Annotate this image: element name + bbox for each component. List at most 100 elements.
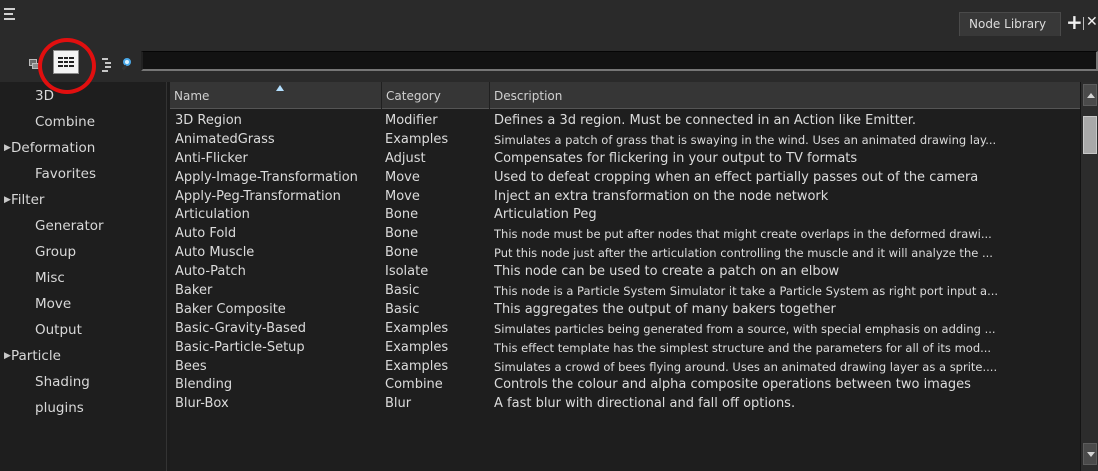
scroll-down-icon[interactable] — [1083, 443, 1097, 465]
cell-category: Basic — [385, 283, 420, 299]
cell-description: Simulates a crowd of bees flying around.… — [494, 359, 998, 374]
search-input[interactable] — [141, 51, 1098, 71]
column-header-name[interactable]: Name — [170, 82, 381, 109]
table-header: Name Category Description — [170, 82, 1080, 109]
table-row[interactable]: Auto Fold Bone This node must be put after… — [170, 225, 1080, 244]
sidebar-item[interactable]: Misc — [0, 265, 166, 291]
sidebar-item-label: Filter — [11, 192, 45, 208]
scroll-up-icon[interactable] — [1083, 84, 1097, 106]
cell-category: Basic — [385, 301, 420, 317]
cell-category: Modifier — [385, 113, 438, 128]
cell-description: Controls the colour and alpha composite … — [494, 377, 971, 393]
table-row[interactable]: Apply-Peg-Transformation Move Inject an ex… — [170, 188, 1080, 207]
cell-category: Blur — [385, 396, 412, 412]
cell-name: Articulation — [175, 207, 250, 223]
sidebar-item[interactable]: Generator — [0, 213, 166, 239]
cell-description: This aggregates the output of many baker… — [494, 301, 836, 317]
cell-name: Auto Muscle — [175, 245, 255, 261]
sidebar-item-label: Output — [35, 322, 82, 338]
sidebar-item-label: Particle — [11, 348, 61, 364]
sidebar-item[interactable]: plugins — [0, 395, 166, 421]
sidebar-item-label: Deformation — [11, 140, 96, 156]
cell-category: Examples — [385, 339, 449, 355]
table-row[interactable]: Blending Combine Controls the colour and a… — [170, 376, 1080, 395]
sidebar-item[interactable]: ▶ Filter — [0, 187, 166, 213]
table-row[interactable]: Baker Composite Basic This aggregates the … — [170, 301, 1080, 320]
sidebar-item[interactable]: Combine — [0, 109, 166, 135]
add-tab-icon[interactable]: + — [1066, 12, 1083, 32]
tab-divider — [1083, 17, 1084, 30]
cell-name: Baker — [175, 283, 213, 299]
cell-name: Baker Composite — [175, 301, 286, 317]
panel-menu-icon[interactable] — [4, 8, 18, 22]
table-row[interactable]: AnimatedGrass Examples Simulates a patch o… — [170, 131, 1080, 150]
cell-description: Articulation Peg — [494, 207, 597, 223]
sidebar-item-label: Generator — [35, 218, 104, 234]
cell-category: Adjust — [385, 150, 426, 166]
sidebar-item-label: Misc — [35, 270, 65, 286]
table-row[interactable]: Auto-Patch Isolate This node can be used t… — [170, 263, 1080, 282]
cell-category: Move — [385, 188, 420, 204]
cell-name: Auto Fold — [175, 226, 237, 242]
cell-name: Basic-Gravity-Based — [175, 320, 306, 336]
cell-category: Bone — [385, 226, 419, 242]
cell-name: Blur-Box — [175, 396, 229, 412]
cell-description: Put this node just after the articulatio… — [494, 246, 993, 261]
table-row[interactable]: Basic-Particle-Setup Examples This effect … — [170, 339, 1080, 358]
cell-description: This node can be used to create a patch … — [494, 264, 840, 280]
vertical-scrollbar[interactable] — [1080, 82, 1098, 471]
table-row[interactable]: Bees Examples Simulates a crowd of bees fl… — [170, 358, 1080, 377]
table-row[interactable]: Blur-Box Blur A fast blur with directional… — [170, 395, 1080, 414]
cell-description: Defines a 3d region. Must be connected i… — [494, 113, 917, 128]
table-row[interactable]: Auto Muscle Bone Put this node just after … — [170, 244, 1080, 263]
library-toolbar — [0, 44, 1098, 82]
sidebar-item[interactable]: ▶ Particle — [0, 343, 166, 369]
sidebar-item[interactable]: Group — [0, 239, 166, 265]
highlight-annotation-circle — [38, 38, 96, 94]
sidebar-item[interactable]: Shading — [0, 369, 166, 395]
node-table: Name Category Description 3D Region Modif… — [170, 82, 1080, 471]
cell-description: Compensates for flickering in your outpu… — [494, 150, 858, 166]
table-body: 3D Region Modifier Defines a 3d region. Mu… — [170, 112, 1080, 414]
cell-name: Apply-Peg-Transformation — [175, 188, 341, 204]
sidebar-item-label: Favorites — [35, 166, 96, 182]
category-sidebar: 3D Combine ▶ Deformation Favorites ▶ Filter Gen… — [0, 82, 167, 471]
cell-description: A fast blur with directional and fall of… — [494, 396, 796, 412]
cell-description: This effect template has the simplest st… — [494, 340, 992, 355]
table-row[interactable]: Basic-Gravity-Based Examples Simulates par… — [170, 320, 1080, 339]
column-header-description[interactable]: Description — [489, 82, 1080, 109]
cell-description: Simulates particles being generated from… — [494, 321, 996, 336]
close-panel-icon[interactable]: ✕ — [1086, 13, 1098, 31]
table-row[interactable]: 3D Region Modifier Defines a 3d region. Mu… — [170, 112, 1080, 131]
cell-name: Bees — [175, 358, 207, 374]
table-row[interactable]: Baker Basic This node is a Particle System… — [170, 282, 1080, 301]
cell-description: Simulates a patch of grass that is swayi… — [494, 132, 997, 147]
column-header-category[interactable]: Category — [381, 82, 489, 109]
cell-category: Bone — [385, 207, 419, 223]
cell-name: Basic-Particle-Setup — [175, 339, 305, 355]
sidebar-item-label: Group — [35, 244, 77, 260]
sidebar-item[interactable]: ▶ Deformation — [0, 135, 166, 161]
panel-title-bar: Node Library + ✕ — [0, 0, 1098, 44]
table-row[interactable]: Articulation Bone Articulation Peg — [170, 206, 1080, 225]
search-icon[interactable] — [118, 49, 142, 73]
sidebar-item-label: Move — [35, 296, 72, 312]
table-row[interactable]: Anti-Flicker Adjust Compensates for flicke… — [170, 150, 1080, 169]
sidebar-item[interactable]: Output — [0, 317, 166, 343]
expand-arrow-icon[interactable]: ▶ — [4, 343, 11, 369]
cell-category: Examples — [385, 358, 449, 374]
sidebar-item[interactable]: Favorites — [0, 161, 166, 187]
tab-node-library[interactable]: Node Library — [959, 12, 1061, 36]
cell-name: AnimatedGrass — [175, 131, 275, 147]
scroll-thumb[interactable] — [1083, 116, 1097, 154]
sidebar-item-label: Combine — [35, 114, 96, 130]
expand-arrow-icon[interactable]: ▶ — [4, 187, 11, 213]
sort-ascending-icon — [276, 85, 284, 91]
table-row[interactable]: Apply-Image-Transformation Move Used to de… — [170, 169, 1080, 188]
cell-description: Used to defeat cropping when an effect p… — [494, 169, 979, 185]
sidebar-item[interactable]: Move — [0, 291, 166, 317]
sidebar-item-label: Shading — [35, 374, 90, 390]
expand-arrow-icon[interactable]: ▶ — [4, 135, 11, 161]
cell-name: 3D Region — [175, 113, 242, 128]
cell-category: Isolate — [385, 264, 429, 280]
